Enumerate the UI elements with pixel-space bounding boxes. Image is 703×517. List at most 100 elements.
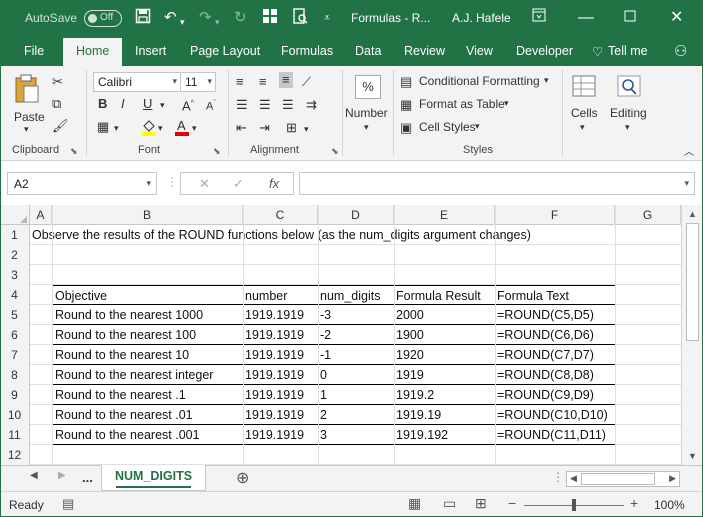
enter-icon[interactable]: ✓ xyxy=(233,176,244,192)
restore-icon[interactable] xyxy=(624,6,636,30)
share-icon[interactable]: ⚇ xyxy=(674,42,687,60)
horizontal-scrollbar[interactable]: ◀ ▶ xyxy=(566,471,680,487)
number-cell[interactable]: 1919.1919 xyxy=(243,385,319,405)
paste-icon[interactable] xyxy=(14,74,40,107)
print-preview-icon[interactable] xyxy=(292,8,308,30)
autosave-toggle[interactable]: Off xyxy=(84,10,122,27)
objective-cell[interactable]: Round to the nearest .01 xyxy=(52,405,244,425)
tell-me-box[interactable]: Tell me xyxy=(608,44,648,58)
num-digits-cell[interactable]: 2 xyxy=(318,405,395,425)
row-header[interactable]: 5 xyxy=(0,305,30,325)
cell-styles-icon[interactable]: ▣ xyxy=(400,120,412,136)
align-center-icon[interactable]: ☰ xyxy=(259,97,271,113)
number-format-icon[interactable]: % xyxy=(355,75,381,99)
tab-file[interactable]: File xyxy=(24,44,44,58)
normal-view-icon[interactable]: ▦ xyxy=(408,495,421,512)
intro-text-cell[interactable]: Observe the results of the ROUND functio… xyxy=(30,225,650,245)
editing-dropdown-icon[interactable]: ▾ xyxy=(625,122,630,133)
insert-function-icon[interactable]: fx xyxy=(269,176,279,191)
tab-split-handle-icon[interactable]: ⋮ xyxy=(552,470,564,484)
num-digits-cell[interactable]: 1 xyxy=(318,385,395,405)
alignment-launcher-icon[interactable]: ⬊ xyxy=(331,146,339,157)
increase-font-icon[interactable]: A^ xyxy=(182,96,194,114)
format-as-table-button[interactable]: Format as Table xyxy=(419,97,505,111)
font-launcher-icon[interactable]: ⬊ xyxy=(213,146,221,157)
close-icon[interactable]: ✕ xyxy=(670,6,683,30)
objective-cell[interactable]: Round to the nearest integer xyxy=(52,365,244,385)
number-cell[interactable]: 1919.1919 xyxy=(243,405,319,425)
formula-text-cell[interactable]: =ROUND(C9,D9) xyxy=(495,385,616,405)
column-header-b[interactable]: B xyxy=(52,205,243,225)
formula-text-cell[interactable]: =ROUND(C5,D5) xyxy=(495,305,616,325)
scroll-down-icon[interactable]: ▼ xyxy=(688,451,697,461)
minimize-icon[interactable]: — xyxy=(578,6,594,30)
sheet-tab-num-digits[interactable]: NUM_DIGITS xyxy=(101,465,206,491)
formula-text-cell[interactable]: =ROUND(C11,D11) xyxy=(495,425,616,445)
number-cell[interactable]: 1919.1919 xyxy=(243,425,319,445)
new-sheet-icon[interactable]: ⊕ xyxy=(236,468,249,488)
merge-center-icon[interactable]: ⊞ xyxy=(286,120,297,136)
number-cell[interactable]: 1919.1919 xyxy=(243,345,319,365)
formula-result-cell[interactable]: 2000 xyxy=(394,305,496,325)
num-digits-cell[interactable]: -3 xyxy=(318,305,395,325)
formula-text-cell[interactable]: =ROUND(C6,D6) xyxy=(495,325,616,345)
redo-icon[interactable]: ↷ xyxy=(199,8,212,28)
increase-indent-icon[interactable]: ⇥ xyxy=(259,120,270,136)
row-header[interactable]: 8 xyxy=(0,365,30,385)
conditional-formatting-button[interactable]: Conditional Formatting xyxy=(419,74,540,88)
zoom-out-icon[interactable]: − xyxy=(508,495,516,511)
row-header[interactable]: 9 xyxy=(0,385,30,405)
formula-text-cell[interactable]: =ROUND(C7,D7) xyxy=(495,345,616,365)
name-box[interactable]: A2 ▾ xyxy=(7,172,157,195)
formula-result-cell[interactable]: 1919.19 xyxy=(394,405,496,425)
number-cell[interactable]: 1919.1919 xyxy=(243,305,319,325)
header-cell-num-digits[interactable]: num_digits xyxy=(318,285,395,305)
expand-formula-icon[interactable]: ▾ xyxy=(684,178,689,189)
formula-text-cell[interactable]: =ROUND(C8,D8) xyxy=(495,365,616,385)
number-group-label[interactable]: Number xyxy=(345,106,388,120)
formula-result-cell[interactable]: 1920 xyxy=(394,345,496,365)
editing-label[interactable]: Editing xyxy=(610,106,647,120)
user-name[interactable]: A.J. Hafele xyxy=(452,11,511,25)
borders-icon[interactable]: ▦ xyxy=(97,119,109,135)
undo-dropdown-icon[interactable]: ▾ xyxy=(180,12,185,32)
page-layout-view-icon[interactable]: ▭ xyxy=(443,495,456,512)
row-header[interactable]: 6 xyxy=(0,325,30,345)
column-header-g[interactable]: G xyxy=(615,205,681,225)
header-cell-formula-result[interactable]: Formula Result xyxy=(394,285,496,305)
column-header-e[interactable]: E xyxy=(394,205,495,225)
header-cell-number[interactable]: number xyxy=(243,285,319,305)
objective-cell[interactable]: Round to the nearest .001 xyxy=(52,425,244,445)
tab-home[interactable]: Home xyxy=(63,38,123,66)
num-digits-cell[interactable]: -2 xyxy=(318,325,395,345)
row-header[interactable]: 12 xyxy=(0,445,30,465)
scroll-right-icon[interactable]: ▶ xyxy=(669,473,676,484)
copy-icon[interactable]: ⧉ xyxy=(52,96,61,112)
bold-button[interactable]: B xyxy=(98,96,107,112)
cut-icon[interactable]: ✂ xyxy=(52,74,63,90)
row-header[interactable]: 11 xyxy=(0,425,30,445)
ribbon-display-icon[interactable] xyxy=(532,6,546,30)
borders-dropdown-icon[interactable]: ▾ xyxy=(114,120,119,136)
formula-result-cell[interactable]: 1919.192 xyxy=(394,425,496,445)
align-left-icon[interactable]: ☰ xyxy=(236,97,248,113)
redo-dropdown-icon[interactable]: ▾ xyxy=(215,12,220,32)
formula-result-cell[interactable]: 1919.2 xyxy=(394,385,496,405)
cancel-icon[interactable]: ✕ xyxy=(199,176,210,192)
page-break-view-icon[interactable]: ⊞ xyxy=(475,495,487,512)
horizontal-scroll-thumb[interactable] xyxy=(581,473,655,485)
clipboard-launcher-icon[interactable]: ⬊ xyxy=(70,146,78,157)
row-header[interactable]: 1 xyxy=(0,225,30,245)
cells-dropdown-icon[interactable]: ▾ xyxy=(580,122,585,133)
underline-dropdown-icon[interactable]: ▾ xyxy=(160,97,165,113)
decrease-font-icon[interactable]: Aˇ xyxy=(206,96,216,115)
conditional-formatting-icon[interactable]: ▤ xyxy=(400,74,412,90)
align-right-icon[interactable]: ☰ xyxy=(282,97,294,113)
column-header-c[interactable]: C xyxy=(243,205,318,225)
number-cell[interactable]: 1919.1919 xyxy=(243,365,319,385)
bottom-align-icon[interactable]: ≡ xyxy=(279,72,293,88)
top-align-icon[interactable]: ≡ xyxy=(236,74,244,90)
cell-styles-dropdown-icon[interactable]: ▾ xyxy=(475,121,480,132)
prev-sheet-icon[interactable]: ◀ xyxy=(30,470,38,481)
decrease-indent-icon[interactable]: ⇤ xyxy=(236,120,247,136)
